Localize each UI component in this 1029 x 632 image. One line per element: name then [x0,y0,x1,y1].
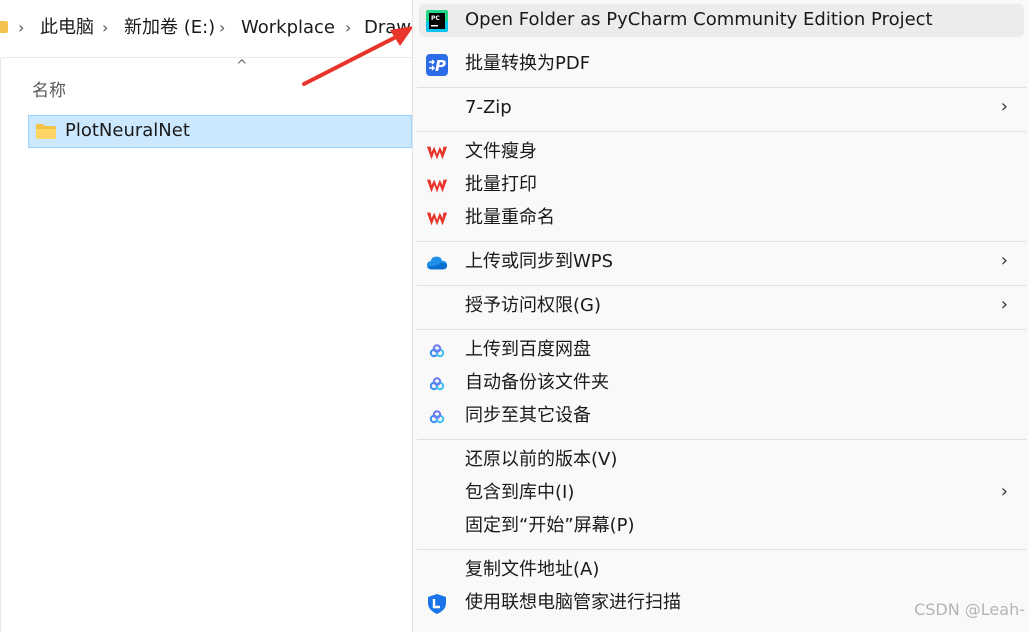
menu-item-label: 批量打印 [465,174,537,195]
wps-icon [426,175,448,197]
menu-item-pin-start[interactable]: 固定到“开始”屏幕(P) [419,510,1024,543]
menu-item-file-slim[interactable]: 文件瘦身 [419,136,1024,169]
menu-item-label: 自动备份该文件夹 [465,372,609,393]
menu-item-batch-rename[interactable]: 批量重命名 [419,202,1024,235]
menu-item-include-library[interactable]: 包含到库中(I) › [419,477,1024,510]
menu-item-label: 文件瘦身 [465,141,537,162]
file-explorer: › 此电脑 › 新加卷 (E:) › Workplace › Draw ^ 名称… [0,0,414,632]
baidu-netdisk-icon [426,373,448,395]
menu-item-batch-convert-pdf[interactable]: P 批量转换为PDF [419,48,1024,81]
baidu-netdisk-icon [426,406,448,428]
menu-item-batch-print[interactable]: 批量打印 [419,169,1024,202]
menu-item-sync-devices[interactable]: 同步至其它设备 [419,400,1024,433]
menu-item-label: Open Folder as PyCharm Community Edition… [465,9,933,30]
menu-item-label: 同步至其它设备 [465,405,591,426]
pdf-convert-icon: P [426,54,448,76]
menu-item-label: 批量重命名 [465,207,555,228]
folder-name: PlotNeuralNet [65,120,190,141]
menu-item-label: 使用联想电脑管家进行扫描 [465,592,681,613]
svg-text:PC: PC [431,15,440,22]
context-menu: PC Open Folder as PyCharm Community Edit… [412,0,1029,632]
menu-item-copy-path[interactable]: 复制文件地址(A) [419,554,1024,587]
folder-icon [36,124,56,139]
chevron-right-icon: › [1000,250,1008,271]
cloud-icon [426,252,448,274]
menu-item-upload-baidu[interactable]: 上传到百度网盘 [419,334,1024,367]
chevron-right-icon: › [1000,294,1008,315]
navigation-pane-edge [0,58,1,632]
menu-separator [417,549,1026,550]
annotation-arrow-icon [302,26,414,86]
menu-item-restore-versions[interactable]: 还原以前的版本(V) [419,444,1024,477]
menu-item-auto-backup[interactable]: 自动备份该文件夹 [419,367,1024,400]
menu-item-upload-wps[interactable]: 上传或同步到WPS › [419,246,1024,279]
menu-item-label: 固定到“开始”屏幕(P) [465,515,635,536]
menu-item-grant-access[interactable]: 授予访问权限(G) › [419,290,1024,323]
menu-item-label: 授予访问权限(G) [465,295,601,316]
menu-item-label: 复制文件地址(A) [465,559,600,580]
menu-item-label: 上传或同步到WPS [465,251,614,272]
pycharm-icon: PC [426,10,448,32]
menu-separator [417,87,1026,88]
menu-separator [417,131,1026,132]
chevron-right-icon: › [1000,96,1008,117]
list-item[interactable]: PlotNeuralNet [28,115,412,148]
menu-item-label: 包含到库中(I) [465,482,575,503]
chevron-right-icon: › [1000,481,1008,502]
lenovo-shield-icon [426,593,448,615]
wps-icon [426,208,448,230]
baidu-netdisk-icon [426,340,448,362]
watermark: CSDN @Leah- [914,600,1025,619]
menu-item-open-pycharm[interactable]: PC Open Folder as PyCharm Community Edit… [419,4,1024,37]
menu-separator [417,285,1026,286]
menu-separator [417,329,1026,330]
svg-text:P: P [435,57,446,75]
wps-icon [426,142,448,164]
menu-separator [417,241,1026,242]
menu-item-label: 还原以前的版本(V) [465,449,618,470]
menu-separator [417,439,1026,440]
menu-item-label: 上传到百度网盘 [465,339,591,360]
menu-item-7zip[interactable]: 7-Zip › [419,92,1024,125]
menu-item-label: 7-Zip [465,97,512,118]
menu-item-label: 批量转换为PDF [465,53,591,74]
